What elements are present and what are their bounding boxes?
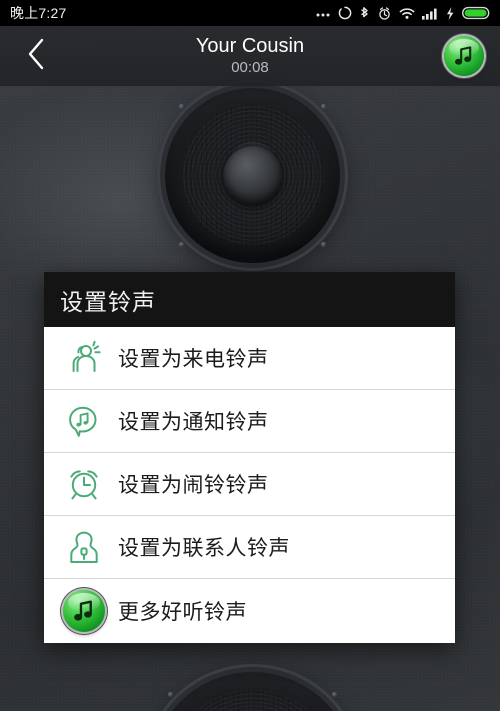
alarm-icon bbox=[377, 6, 392, 21]
speaker-screw bbox=[179, 242, 184, 247]
speaker-screw bbox=[332, 692, 337, 697]
title-bar: Your Cousin 00:08 bbox=[0, 26, 500, 86]
charging-bolt-icon bbox=[445, 6, 455, 21]
list-item-label: 设置为来电铃声 bbox=[118, 348, 269, 371]
status-bar: 晚上7:27 bbox=[0, 0, 500, 26]
list-item-label: 更多好听铃声 bbox=[118, 601, 247, 624]
list-item-incoming-call-ringtone[interactable]: 设置为来电铃声 bbox=[44, 327, 455, 390]
bluetooth-icon bbox=[359, 6, 370, 21]
dialog-option-list: 设置为来电铃声 设置为通知铃声 设置为闹铃铃声 设置为联系人铃声 更多好听铃声 bbox=[44, 327, 455, 643]
music-note-circle-icon bbox=[444, 36, 484, 76]
speaker-screw bbox=[168, 692, 173, 697]
list-item-label: 设置为通知铃声 bbox=[118, 411, 269, 434]
speaker-dustcap bbox=[222, 145, 283, 206]
signal-bars-icon bbox=[422, 7, 438, 20]
notification-bubble-note-icon bbox=[58, 399, 110, 443]
more-ringtones-glossy-icon bbox=[58, 589, 110, 633]
dialog-title: 设置铃声 bbox=[60, 288, 156, 315]
wifi-icon bbox=[399, 7, 415, 20]
list-item-label: 设置为联系人铃声 bbox=[118, 537, 290, 560]
track-info: Your Cousin 00:08 bbox=[72, 36, 428, 76]
dialog-header: 设置铃声 bbox=[44, 272, 455, 327]
status-bar-icons bbox=[315, 6, 492, 21]
speaker-cone-top bbox=[165, 88, 340, 263]
list-item-contact-ringtone[interactable]: 设置为联系人铃声 bbox=[44, 516, 455, 579]
sync-circle-icon bbox=[338, 6, 352, 20]
back-button[interactable] bbox=[0, 26, 72, 86]
set-ringtone-dialog: 设置铃声 设置为来电铃声 设置为通知铃声 设置为闹铃铃声 设置为联系人铃声 更多… bbox=[44, 272, 455, 643]
alarm-clock-icon bbox=[58, 462, 110, 506]
speaker-screw bbox=[179, 104, 184, 109]
list-item-label: 设置为闹铃铃声 bbox=[118, 474, 269, 497]
page-title: Your Cousin bbox=[195, 35, 305, 58]
app-icon-button[interactable] bbox=[428, 26, 500, 86]
list-item-notification-ringtone[interactable]: 设置为通知铃声 bbox=[44, 390, 455, 453]
speaker-screw bbox=[321, 242, 326, 247]
list-item-more-ringtones[interactable]: 更多好听铃声 bbox=[44, 579, 455, 643]
more-dots-icon bbox=[315, 6, 331, 20]
speaker-cone-grid bbox=[168, 690, 337, 711]
list-item-alarm-ringtone[interactable]: 设置为闹铃铃声 bbox=[44, 453, 455, 516]
speaker-screw bbox=[321, 104, 326, 109]
status-bar-clock: 晚上7:27 bbox=[10, 5, 67, 21]
chevron-left-icon bbox=[24, 37, 48, 76]
contact-person-icon bbox=[58, 525, 110, 569]
phone-screen: 晚上7:27 Your Cousin 00:08 设置铃声 设置为来电铃声 设置… bbox=[0, 0, 500, 711]
track-duration: 00:08 bbox=[231, 59, 269, 77]
battery-icon bbox=[462, 6, 492, 20]
incoming-call-person-icon bbox=[58, 336, 110, 380]
